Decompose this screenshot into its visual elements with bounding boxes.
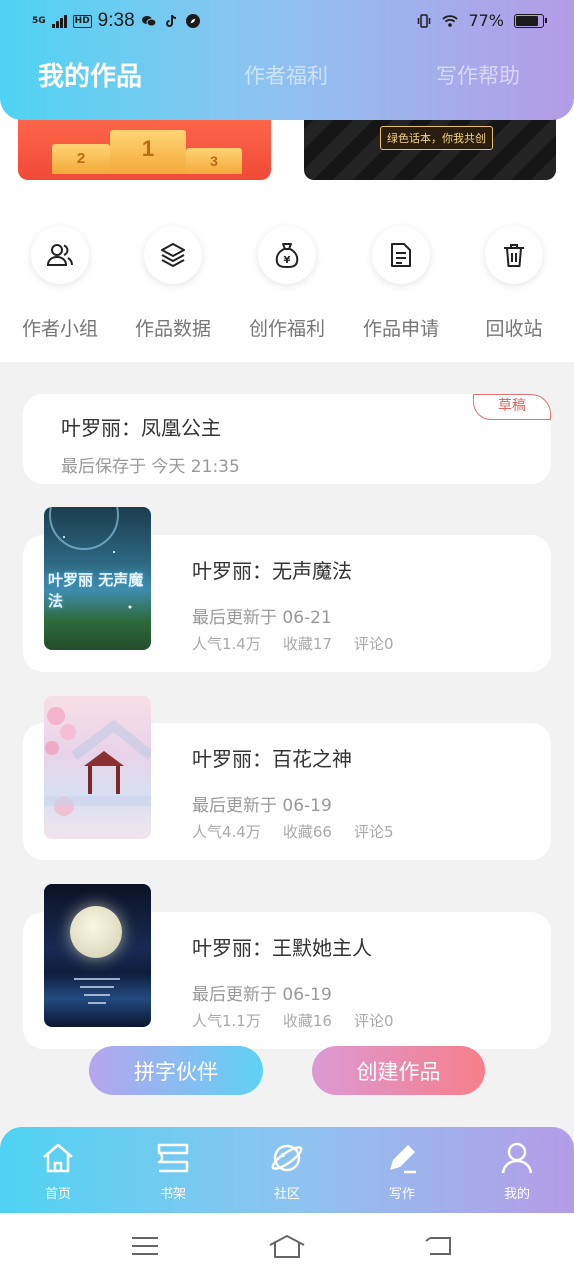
- menu-label: 回收站: [485, 318, 543, 340]
- network-label: 5G: [32, 15, 46, 26]
- cover-reflection-art: [74, 978, 120, 1004]
- menu-label: 作品数据: [134, 318, 211, 340]
- layers-icon: [161, 243, 185, 267]
- battery-percent: 77%: [468, 11, 504, 30]
- menu-creation-welfare[interactable]: ¥ 创作福利: [232, 226, 342, 341]
- work-stats: 人气1.1万 收藏16 评论0: [192, 1010, 416, 1031]
- battery-icon: [514, 13, 547, 28]
- nav-label: 我的: [503, 1187, 530, 1202]
- compass-app-icon: [185, 14, 200, 28]
- work-updated: 最后更新于 06-19: [192, 796, 332, 816]
- battery-level: [516, 15, 538, 26]
- home-icon: [43, 1143, 73, 1173]
- nav-label: 首页: [44, 1187, 71, 1202]
- green-story-banner[interactable]: 绿色话本，你我共创: [304, 110, 556, 180]
- nav-label: 写作: [388, 1187, 415, 1202]
- system-nav-bar: [0, 1213, 574, 1280]
- nav-profile[interactable]: 我的: [477, 1139, 557, 1202]
- feature-menu: 作者小组 作品数据 ¥ 创作福利 作品申请 回收站: [0, 226, 574, 346]
- draft-title: 叶罗丽：凤凰公主: [61, 416, 221, 440]
- menu-label: 创作福利: [248, 318, 325, 340]
- menu-recycle-bin[interactable]: 回收站: [459, 226, 569, 341]
- bottom-nav: 首页 书架 社区 写作 我的: [0, 1127, 574, 1213]
- status-bar: 5G HD 9:38 77%: [0, 0, 574, 44]
- nav-label: 社区: [273, 1187, 300, 1202]
- nav-bookshelf[interactable]: 书架: [133, 1139, 213, 1202]
- podium-second: 2: [52, 144, 110, 174]
- draft-tag: 草稿: [473, 394, 551, 420]
- clock: 9:38: [97, 10, 135, 31]
- comments-count: 评论0: [353, 1012, 394, 1030]
- bookshelf-icon: [157, 1143, 189, 1173]
- svg-text:¥: ¥: [284, 255, 291, 266]
- nav-community[interactable]: 社区: [247, 1139, 327, 1202]
- wifi-icon: [442, 14, 459, 27]
- tab-writing-help[interactable]: 写作帮助: [436, 60, 520, 90]
- nav-home[interactable]: 首页: [18, 1139, 98, 1202]
- work-title: 叶罗丽：无声魔法: [192, 559, 352, 583]
- home-nav-icon[interactable]: [268, 1233, 306, 1261]
- podium-third: 3: [186, 148, 242, 174]
- writing-partner-button[interactable]: 拼字伙伴: [89, 1046, 263, 1095]
- work-stats: 人气4.4万 收藏66 评论5: [192, 821, 416, 842]
- wechat-icon: [141, 16, 157, 27]
- tab-my-works[interactable]: 我的作品: [38, 56, 142, 93]
- vibrate-icon: [418, 13, 431, 28]
- banner-slogan: 绿色话本，你我共创: [380, 126, 493, 150]
- planet-icon: [271, 1144, 303, 1172]
- hd-badge: HD: [72, 14, 92, 28]
- create-work-button[interactable]: 创建作品: [312, 1046, 485, 1095]
- favorites-count: 收藏66: [282, 823, 332, 841]
- ranking-banner[interactable]: 2 1 3: [18, 110, 271, 180]
- pen-icon: [390, 1145, 416, 1174]
- tiktok-icon: [165, 14, 176, 27]
- tab-author-welfare[interactable]: 作者福利: [244, 60, 328, 90]
- podium-first: 1: [110, 130, 186, 174]
- draft-saved-time: 最后保存于 今天 21:35: [61, 457, 240, 477]
- nav-label: 书架: [159, 1187, 186, 1202]
- work-updated: 最后更新于 06-21: [192, 608, 332, 628]
- menu-label: 作者小组: [21, 318, 98, 340]
- work-stats: 人气1.4万 收藏17 评论0: [192, 633, 416, 654]
- draft-card[interactable]: 叶罗丽：凤凰公主 最后保存于 今天 21:35 草稿: [23, 394, 551, 484]
- work-cover-image[interactable]: [44, 696, 151, 839]
- menu-label: 作品申请: [362, 318, 439, 340]
- work-updated: 最后更新于 06-19: [192, 985, 332, 1005]
- work-title: 叶罗丽：百花之神: [192, 747, 352, 771]
- menu-work-data[interactable]: 作品数据: [118, 226, 228, 341]
- menu-icon[interactable]: [130, 1233, 160, 1259]
- menu-author-group[interactable]: 作者小组: [5, 226, 115, 341]
- top-section: 2 1 3 绿色话本，你我共创 作者小组 作品数据 ¥ 创作福利 作品申请 回收…: [0, 104, 574, 362]
- user-icon: [501, 1142, 533, 1174]
- back-icon[interactable]: [422, 1233, 454, 1259]
- signal-icon: [51, 14, 67, 28]
- work-title: 叶罗丽：王默她主人: [192, 936, 372, 960]
- popularity-count: 人气1.1万: [192, 1012, 261, 1030]
- money-bag-icon: ¥: [275, 243, 299, 269]
- group-icon: [46, 244, 73, 266]
- nav-write[interactable]: 写作: [362, 1139, 442, 1202]
- work-cover-image[interactable]: [44, 884, 151, 1027]
- favorites-count: 收藏17: [282, 635, 332, 653]
- cover-title: 叶罗丽 无声魔法: [48, 571, 144, 610]
- comments-count: 评论5: [353, 823, 394, 841]
- cover-art: [44, 707, 151, 816]
- document-icon: [391, 243, 411, 267]
- trash-icon: [504, 244, 524, 267]
- favorites-count: 收藏16: [282, 1012, 332, 1030]
- popularity-count: 人气1.4万: [192, 635, 261, 653]
- popularity-count: 人气4.4万: [192, 823, 261, 841]
- menu-work-application[interactable]: 作品申请: [346, 226, 456, 341]
- comments-count: 评论0: [353, 635, 394, 653]
- work-cover-image[interactable]: 叶罗丽 无声魔法: [44, 507, 151, 650]
- header: 5G HD 9:38 77% 我的作品 作者福利 写作帮助: [0, 0, 574, 120]
- tab-bar: 我的作品 作者福利 写作帮助: [0, 60, 574, 104]
